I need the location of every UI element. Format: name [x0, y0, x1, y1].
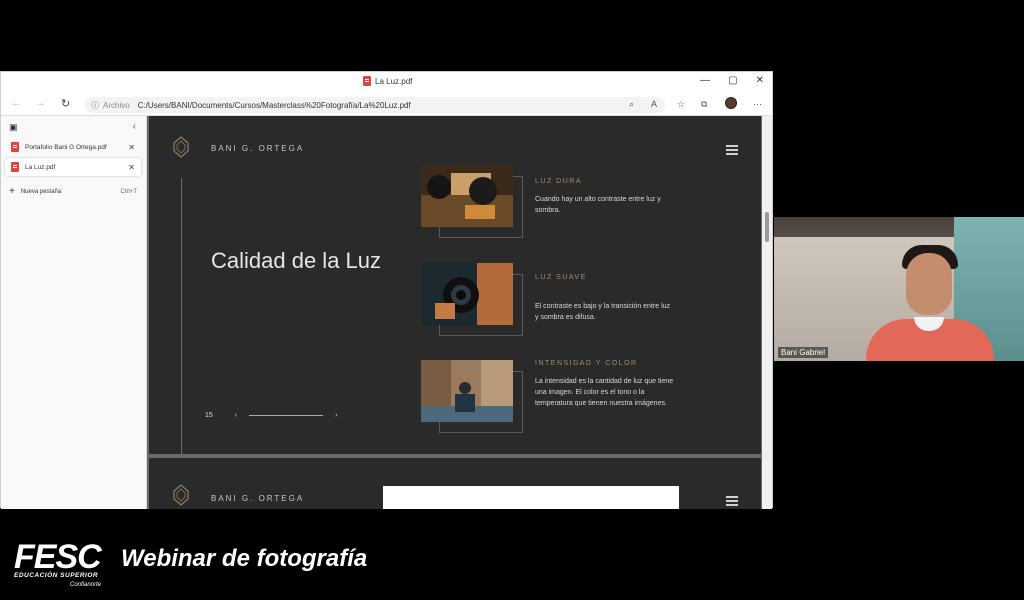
brand-name: BANI G. ORTEGA	[211, 144, 305, 153]
protocol-label: Archivo	[103, 100, 130, 110]
fesc-logo-subtitle: EDUCACIÓN SUPERIOR	[14, 572, 99, 579]
window-title: La Luz.pdf	[363, 76, 412, 86]
new-tab-label: Nueva pestaña	[20, 188, 62, 195]
prev-arrow-icon: ‹	[234, 412, 238, 419]
item-description: El contraste es bajo y la transición ent…	[535, 303, 671, 321]
fesc-logo-tagline: Confianorte	[70, 582, 102, 588]
title-bar: La Luz.pdf — ▢ ✕	[1, 72, 772, 94]
brand-name: BANI G. ORTEGA	[211, 494, 305, 503]
reload-icon[interactable]: ↻	[61, 97, 70, 110]
url-field[interactable]: ⓘ Archivo C:/Users/BANI/Documents/Cursos…	[85, 97, 665, 113]
pdf-icon	[11, 162, 19, 172]
item-title: LUZ SUAVE	[535, 274, 587, 281]
brand-logo-icon	[173, 484, 189, 506]
hamburger-menu-icon	[726, 145, 738, 155]
vertical-tabs-sidebar: ▣ ‹ Portafolio Bani G Ortega.pdf ✕ La Lu…	[1, 116, 147, 509]
more-menu-icon[interactable]: ⋯	[753, 99, 762, 110]
item-description: Cuando hay un alto contraste entre luz y…	[535, 196, 661, 214]
close-tab-icon[interactable]: ✕	[128, 143, 135, 152]
sidebar-tab-portafolio[interactable]: Portafolio Bani G Ortega.pdf ✕	[5, 138, 141, 156]
slide-title: Calidad de la Luz	[211, 248, 382, 273]
screen: La Luz.pdf — ▢ ✕ ← → ↻ ⓘ Archivo C:/User…	[0, 0, 1024, 600]
collections-icon[interactable]: ⧉	[701, 99, 707, 110]
forward-icon[interactable]: →	[35, 97, 46, 109]
decorative-line	[181, 178, 182, 456]
hamburger-menu-icon	[726, 496, 738, 506]
favorites-icon[interactable]: ☆	[677, 99, 685, 110]
close-window-button[interactable]: ✕	[756, 75, 764, 86]
image-placeholder	[383, 486, 679, 509]
info-icon[interactable]: ⓘ	[91, 100, 99, 111]
pdf-page-next: BANI G. ORTEGA	[149, 458, 761, 509]
zoom-icon[interactable]: ⌕	[629, 99, 634, 110]
slide-pager: 15 ‹ ›	[205, 412, 337, 419]
intensidad-color-photo	[421, 360, 513, 422]
pdf-scrollbar[interactable]	[762, 116, 772, 509]
close-tab-icon[interactable]: ✕	[128, 163, 135, 172]
pdf-page: BANI G. ORTEGA Calidad de la Luz 15 ‹ ›	[149, 116, 761, 456]
minimize-button[interactable]: —	[700, 75, 710, 86]
read-aloud-icon[interactable]: A	[651, 99, 657, 109]
maximize-button[interactable]: ▢	[728, 75, 737, 86]
item-title: LUZ DURA	[535, 178, 583, 185]
footer-banner: FESC EDUCACIÓN SUPERIOR Confianorte Webi…	[0, 529, 1024, 600]
pdf-icon	[363, 76, 371, 86]
item-title: INTENSIDAD Y COLOR	[535, 360, 638, 367]
webcam-feed: Bani Gabriel	[774, 217, 1024, 361]
browser-window: La Luz.pdf — ▢ ✕ ← → ↻ ⓘ Archivo C:/User…	[0, 71, 773, 509]
pdf-icon	[11, 142, 19, 152]
presenter-head	[906, 253, 952, 315]
profile-avatar[interactable]	[725, 97, 737, 109]
pdf-viewer[interactable]: BANI G. ORTEGA Calidad de la Luz 15 ‹ ›	[147, 116, 763, 509]
new-tab-button[interactable]: + Nueva pestaña Ctrl+T	[9, 186, 137, 197]
scrollbar-thumb[interactable]	[765, 212, 769, 242]
page-number: 15	[205, 412, 213, 419]
tab-label: La Luz.pdf	[25, 163, 56, 171]
address-bar: ← → ↻ ⓘ Archivo C:/Users/BANI/Documents/…	[1, 94, 772, 116]
brand-logo-icon	[173, 136, 189, 158]
tab-label: Portafolio Bani G Ortega.pdf	[25, 143, 107, 151]
participant-name: Bani Gabriel	[778, 347, 829, 358]
url-text: C:/Users/BANI/Documents/Cursos/Mastercla…	[137, 100, 411, 110]
luz-dura-photo	[421, 165, 513, 227]
window-controls: — ▢ ✕	[700, 75, 764, 86]
next-arrow-icon: ›	[335, 412, 338, 419]
back-icon[interactable]: ←	[11, 97, 22, 109]
window-title-text: La Luz.pdf	[375, 76, 413, 86]
webinar-title: Webinar de fotografía	[121, 545, 368, 572]
plus-icon: +	[9, 186, 15, 197]
tab-actions-icon[interactable]: ▣	[9, 122, 18, 133]
item-description: La intensidad es la cantidad de luz que …	[535, 378, 674, 407]
luz-suave-photo	[421, 263, 513, 325]
pager-line	[249, 415, 324, 416]
new-tab-shortcut: Ctrl+T	[120, 188, 138, 195]
collapse-sidebar-icon[interactable]: ‹	[133, 121, 136, 132]
sidebar-tab-la-luz[interactable]: La Luz.pdf ✕	[5, 158, 141, 176]
